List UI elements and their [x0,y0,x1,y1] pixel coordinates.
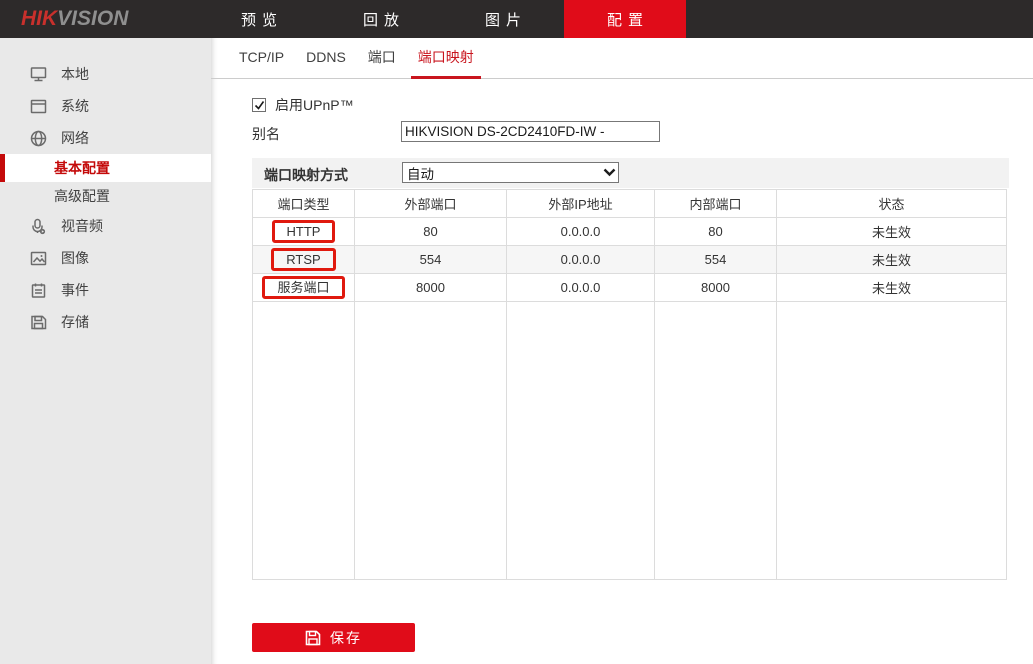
hikvision-config-page: HIK VISION 预览 回放 图片 配置 本地 系统 网络 基本配置 高级配… [0,0,1033,664]
sidebar-item-label: 图像 [61,250,89,266]
sidebar-item-label: 事件 [61,282,89,298]
monitor-icon [29,65,48,84]
col-header-external-ip: 外部IP地址 [506,189,655,218]
active-indicator-bar [0,154,5,182]
cell-status: 未生效 [776,217,1007,246]
tab-port[interactable]: 端口 [361,38,403,79]
sidebar-item-label: 存储 [61,314,89,330]
mapping-mode-value: 自动 [407,166,434,182]
table-row: RTSP 554 0.0.0.0 554 未生效 [252,245,1007,274]
nav-preview[interactable]: 预览 [198,0,320,38]
cell-internal-port: 80 [654,217,777,246]
upnp-checkbox-label: 启用UPnP™ [275,97,354,113]
sidebar: 本地 系统 网络 基本配置 高级配置 视音频 图像 事件 存储 [0,38,211,664]
port-mapping-table: 端口类型 外部端口 外部IP地址 内部端口 状态 HTTP 80 0.0.0.0… [252,189,1007,580]
col-header-internal-port: 内部端口 [654,189,777,218]
checkmark-icon [254,100,264,110]
sidebar-item-local[interactable]: 本地 [0,58,211,90]
save-button-label: 保存 [330,629,362,646]
save-icon [305,630,321,645]
cell-external-ip: 0.0.0.0 [506,273,655,302]
window-icon [29,97,48,116]
nav-playback[interactable]: 回放 [320,0,442,38]
sidebar-item-label: 本地 [61,66,89,82]
sidebar-item-network[interactable]: 网络 [0,122,211,154]
port-mapping-mode-band: 端口映射方式 自动 [252,158,1009,188]
top-bar: HIK VISION 预览 回放 图片 配置 [0,0,1033,38]
event-icon [29,281,48,300]
sidebar-item-video-audio[interactable]: 视音频 [0,210,211,242]
content-area: TCP/IP DDNS 端口 端口映射 启用UPnP™ 别名 端口映射方式 自动 [211,38,1033,664]
tab-tcpip[interactable]: TCP/IP [232,38,291,79]
sidebar-item-label: 网络 [61,130,89,146]
cell-internal-port: 554 [654,245,777,274]
mapping-mode-label: 端口映射方式 [264,167,348,183]
chevron-down-icon [600,168,618,177]
alias-label: 别名 [252,126,280,142]
table-header-row: 端口类型 外部端口 外部IP地址 内部端口 状态 [252,189,1007,218]
sidebar-item-system[interactable]: 系统 [0,90,211,122]
hikvision-logo: HIK VISION [21,0,128,38]
sidebar-item-image[interactable]: 图像 [0,242,211,274]
sidebar-item-storage[interactable]: 存储 [0,306,211,338]
logo-hik: HIK [21,7,58,30]
top-nav: 预览 回放 图片 配置 [198,0,686,38]
cell-status: 未生效 [776,273,1007,302]
storage-icon [29,313,48,332]
alias-input[interactable] [401,121,660,142]
annotation-box-rtsp: RTSP [271,248,336,271]
table-empty-area [252,301,1007,580]
sidebar-subitem-label: 高级配置 [54,188,110,204]
sidebar-item-basic-config[interactable]: 基本配置 [0,154,211,182]
tab-port-mapping[interactable]: 端口映射 [410,38,481,79]
sidebar-subitem-label: 基本配置 [54,160,110,176]
cell-external-ip: 0.0.0.0 [506,245,655,274]
sidebar-item-advanced-config[interactable]: 高级配置 [0,182,211,210]
globe-icon [29,129,48,148]
col-header-port-type: 端口类型 [252,189,355,218]
table-row: 服务端口 8000 0.0.0.0 8000 未生效 [252,273,1007,302]
microphone-icon [29,217,48,236]
sidebar-item-label: 视音频 [61,218,103,234]
nav-picture[interactable]: 图片 [442,0,564,38]
cell-external-ip: 0.0.0.0 [506,217,655,246]
annotation-box-http: HTTP [271,220,336,243]
image-icon [29,249,48,268]
col-header-status: 状态 [776,189,1007,218]
nav-configuration[interactable]: 配置 [564,0,686,38]
annotation-box-server-port: 服务端口 [262,276,345,299]
table-row: HTTP 80 0.0.0.0 80 未生效 [252,217,1007,246]
cell-external-port: 8000 [354,273,507,302]
cell-internal-port: 8000 [654,273,777,302]
col-header-external-port: 外部端口 [354,189,507,218]
alias-row: 别名 [252,121,952,142]
sidebar-item-event[interactable]: 事件 [0,274,211,306]
sidebar-item-label: 系统 [61,98,89,114]
save-button[interactable]: 保存 [252,623,415,652]
mapping-mode-select[interactable]: 自动 [402,162,619,183]
tab-ddns[interactable]: DDNS [299,38,353,79]
cell-external-port: 554 [354,245,507,274]
upnp-enable-row: 启用UPnP™ [252,95,354,115]
logo-vision: VISION [57,7,129,30]
upnp-checkbox[interactable] [252,98,266,112]
cell-external-port: 80 [354,217,507,246]
cell-status: 未生效 [776,245,1007,274]
tabs-bar: TCP/IP DDNS 端口 端口映射 [211,38,1033,79]
